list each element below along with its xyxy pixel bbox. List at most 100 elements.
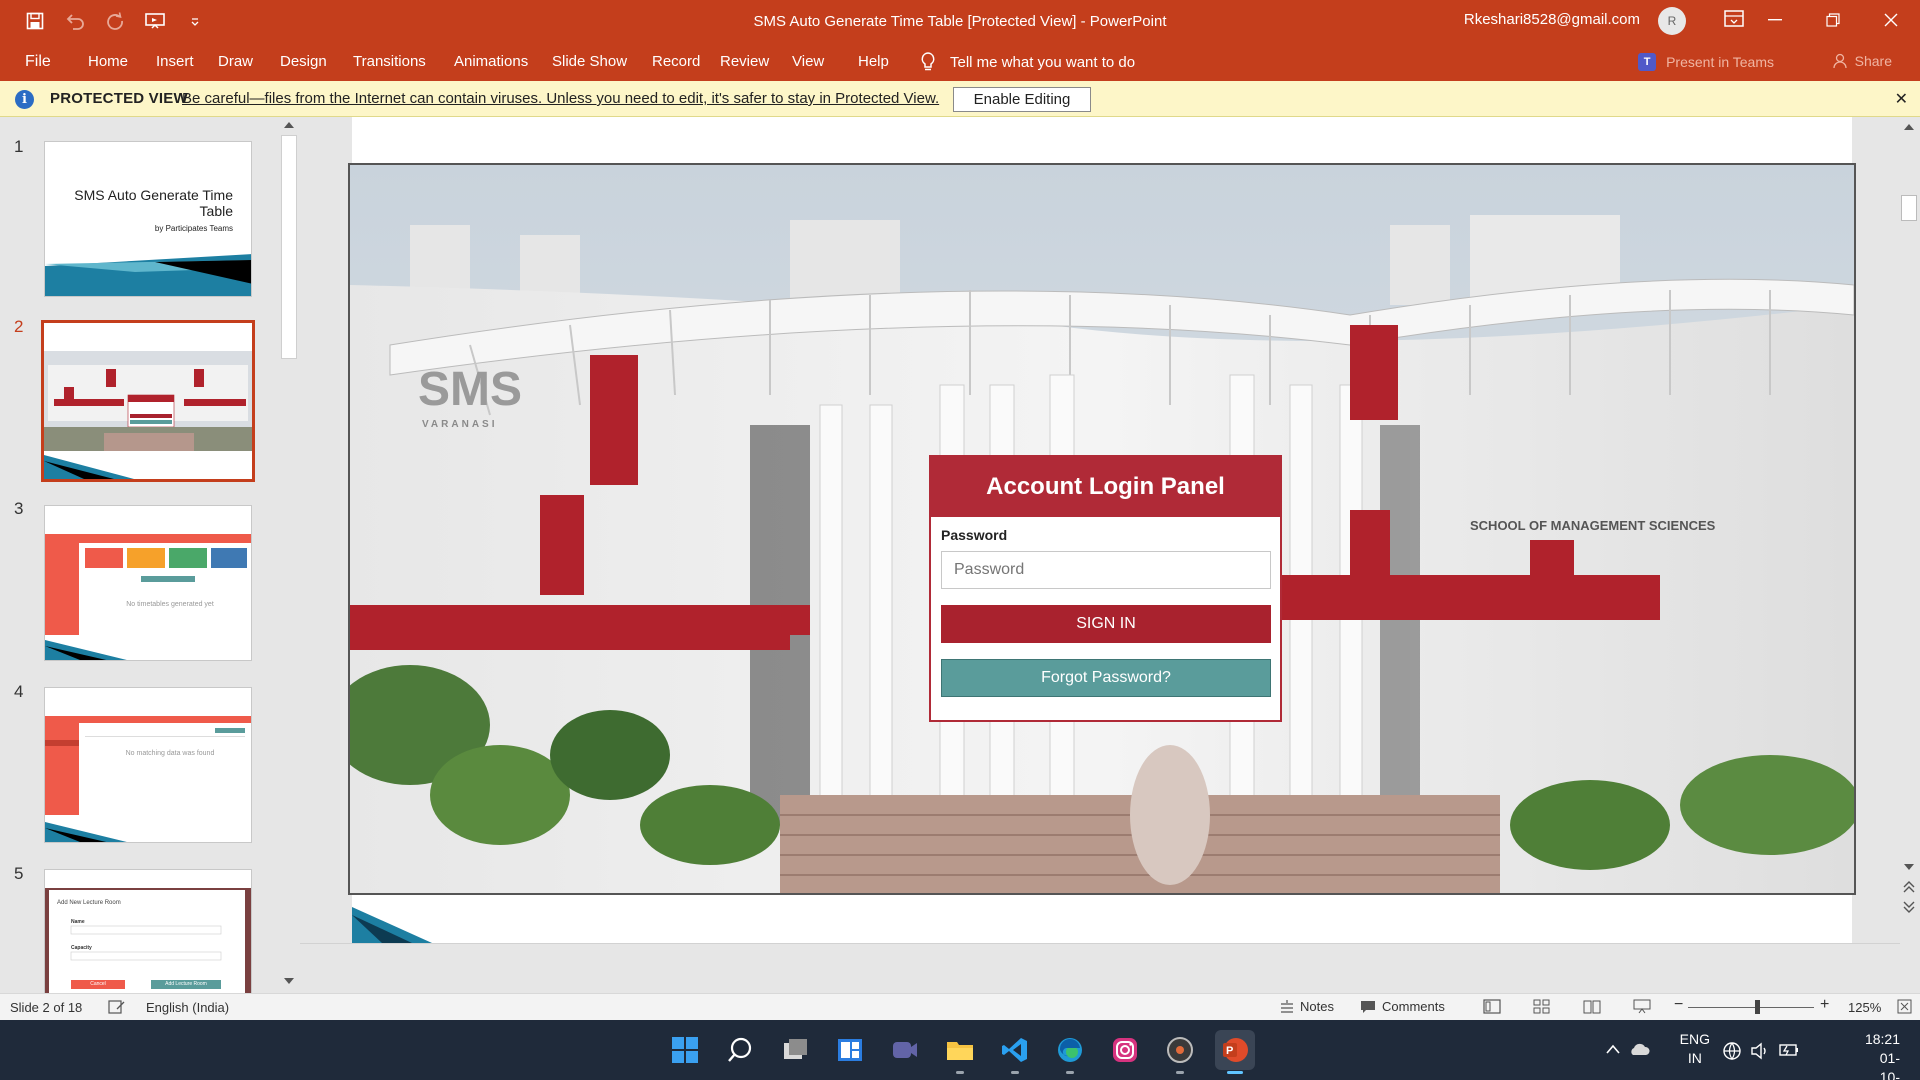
ribbon-display-options-icon[interactable] xyxy=(1724,10,1744,33)
network-icon[interactable] xyxy=(1722,1041,1742,1061)
powerpoint-icon[interactable]: P xyxy=(1215,1030,1255,1074)
tab-draw[interactable]: Draw xyxy=(218,53,265,70)
minimize-icon[interactable] xyxy=(1746,0,1804,40)
search-icon[interactable] xyxy=(720,1030,760,1070)
slide-thumbnail-pane: 1 SMS Auto Generate Time Table by Partic… xyxy=(0,117,300,993)
volume-icon[interactable] xyxy=(1750,1041,1770,1061)
chevron-up-icon[interactable] xyxy=(1606,1044,1620,1054)
thumbnail-title: SMS Auto Generate Time Table xyxy=(74,187,233,219)
scroll-down-icon[interactable] xyxy=(1904,863,1914,871)
slide-counter: Slide 2 of 18 xyxy=(10,1000,83,1015)
tab-design[interactable]: Design xyxy=(280,53,339,70)
building-photo-thumb xyxy=(44,323,252,479)
scroll-up-icon[interactable] xyxy=(1904,123,1914,131)
cloud-icon[interactable] xyxy=(1628,1040,1650,1058)
teal-wave-decoration xyxy=(45,254,251,296)
language-indicator[interactable]: English (India) xyxy=(146,1000,229,1015)
reading-view-icon[interactable] xyxy=(1583,999,1601,1014)
clock[interactable]: 18:21 01-10-2022 xyxy=(1865,1030,1900,1080)
zoom-in-icon[interactable]: + xyxy=(1820,996,1829,1014)
form-dialog-thumb xyxy=(45,870,251,993)
tab-help[interactable]: Help xyxy=(858,53,901,70)
person-icon xyxy=(1832,53,1847,69)
tab-file[interactable]: File xyxy=(25,53,51,71)
sign-in-button[interactable]: SIGN IN xyxy=(941,605,1271,643)
thumbnail-number: 3 xyxy=(14,499,24,518)
svg-text:P: P xyxy=(1226,1045,1233,1057)
thumbnail-add-label: Add Lecture Room xyxy=(165,981,207,987)
zoom-level[interactable]: 125% xyxy=(1848,1000,1881,1015)
thumbnail-number: 5 xyxy=(14,864,24,883)
next-slide-icon[interactable] xyxy=(1903,901,1915,913)
thumbnail-cancel-label: Cancel xyxy=(90,981,106,987)
scrollbar-thumb[interactable] xyxy=(1901,195,1917,221)
zoom-slider[interactable] xyxy=(1688,1007,1814,1008)
present-in-teams-label: Present in Teams xyxy=(1666,54,1774,70)
instagram-icon[interactable] xyxy=(1105,1030,1145,1070)
tab-slide-show[interactable]: Slide Show xyxy=(552,53,639,70)
tab-insert[interactable]: Insert xyxy=(156,53,206,70)
protected-view-message[interactable]: Be careful—files from the Internet can c… xyxy=(182,90,939,107)
normal-view-icon[interactable] xyxy=(1483,999,1501,1014)
teams-icon: T xyxy=(1638,53,1657,71)
login-panel-title: Account Login Panel xyxy=(931,457,1280,517)
tab-home[interactable]: Home xyxy=(88,53,140,70)
comments-label: Comments xyxy=(1382,999,1445,1014)
present-in-teams-button[interactable]: T Present in Teams xyxy=(1638,53,1774,71)
battery-icon[interactable] xyxy=(1778,1041,1800,1059)
vscode-icon[interactable] xyxy=(995,1030,1035,1074)
slideshow-icon[interactable] xyxy=(1633,999,1651,1014)
edge-icon[interactable] xyxy=(1050,1030,1090,1074)
teams-chat-icon[interactable] xyxy=(885,1030,925,1070)
notes-button[interactable]: Notes xyxy=(1280,999,1334,1014)
slide-thumbnail-5[interactable]: Add New Lecture Room Name Capacity Cance… xyxy=(44,869,252,993)
tab-animations[interactable]: Animations xyxy=(454,53,540,70)
slide-thumbnail-2[interactable] xyxy=(41,320,255,482)
task-view-icon[interactable] xyxy=(775,1030,815,1070)
close-icon[interactable] xyxy=(1862,0,1920,40)
zoom-out-icon[interactable]: − xyxy=(1674,996,1683,1014)
thumbnail-number: 2 xyxy=(14,317,24,336)
tab-record[interactable]: Record xyxy=(652,53,712,70)
password-input[interactable] xyxy=(941,551,1271,589)
thumbnail-title: Add New Lecture Room xyxy=(57,900,121,906)
tab-transitions[interactable]: Transitions xyxy=(353,53,438,70)
slide-thumbnail-3[interactable]: No timetables generated yet xyxy=(44,505,252,661)
thumbnail-scrollbar[interactable] xyxy=(280,117,298,993)
fit-slide-icon[interactable] xyxy=(1897,999,1912,1014)
restore-icon[interactable] xyxy=(1804,0,1862,40)
status-bar: Slide 2 of 18 English (India) Notes Comm… xyxy=(0,993,1920,1020)
building-sign-text: SMS xyxy=(418,363,522,416)
slide-thumbnail-1[interactable]: SMS Auto Generate Time Table by Particip… xyxy=(44,141,252,297)
tab-view[interactable]: View xyxy=(792,53,836,70)
file-explorer-icon[interactable] xyxy=(940,1030,980,1074)
tell-me-search[interactable]: Tell me what you want to do xyxy=(920,52,1135,72)
language-code: ENG xyxy=(1679,1031,1710,1047)
enable-editing-button[interactable]: Enable Editing xyxy=(953,87,1091,112)
slide-thumbnail-4[interactable]: No matching data was found xyxy=(44,687,252,843)
start-icon[interactable] xyxy=(665,1030,705,1070)
slide-scrollbar[interactable] xyxy=(1898,117,1920,943)
media-player-icon[interactable] xyxy=(1160,1030,1200,1074)
avatar[interactable]: R xyxy=(1658,7,1686,35)
scroll-down-icon[interactable] xyxy=(284,977,294,985)
thumbnail-subtitle: by Participates Teams xyxy=(154,224,233,233)
title-bar: SMS Auto Generate Time Table [Protected … xyxy=(0,0,1920,43)
close-icon[interactable]: ✕ xyxy=(1895,89,1908,109)
forgot-password-button[interactable]: Forgot Password? xyxy=(941,659,1271,697)
widgets-icon[interactable] xyxy=(830,1030,870,1070)
protected-view-title: PROTECTED VIEW xyxy=(50,90,188,107)
scrollbar-thumb[interactable] xyxy=(281,135,297,359)
slide-sorter-icon[interactable] xyxy=(1533,999,1551,1014)
account-email[interactable]: Rkeshari8528@gmail.com xyxy=(1464,11,1640,28)
accessibility-icon[interactable] xyxy=(108,999,126,1015)
input-language[interactable]: ENG IN xyxy=(1680,1030,1710,1068)
protected-view-bar: i PROTECTED VIEW Be careful—files from t… xyxy=(0,81,1920,117)
comments-button[interactable]: Comments xyxy=(1360,999,1445,1014)
thumbnail-field-label: Capacity xyxy=(71,945,92,951)
share-button[interactable]: Share xyxy=(1832,53,1892,69)
previous-slide-icon[interactable] xyxy=(1903,881,1915,893)
tab-review[interactable]: Review xyxy=(720,53,781,70)
scroll-up-icon[interactable] xyxy=(284,121,294,129)
zoom-slider-knob[interactable] xyxy=(1755,1000,1760,1014)
